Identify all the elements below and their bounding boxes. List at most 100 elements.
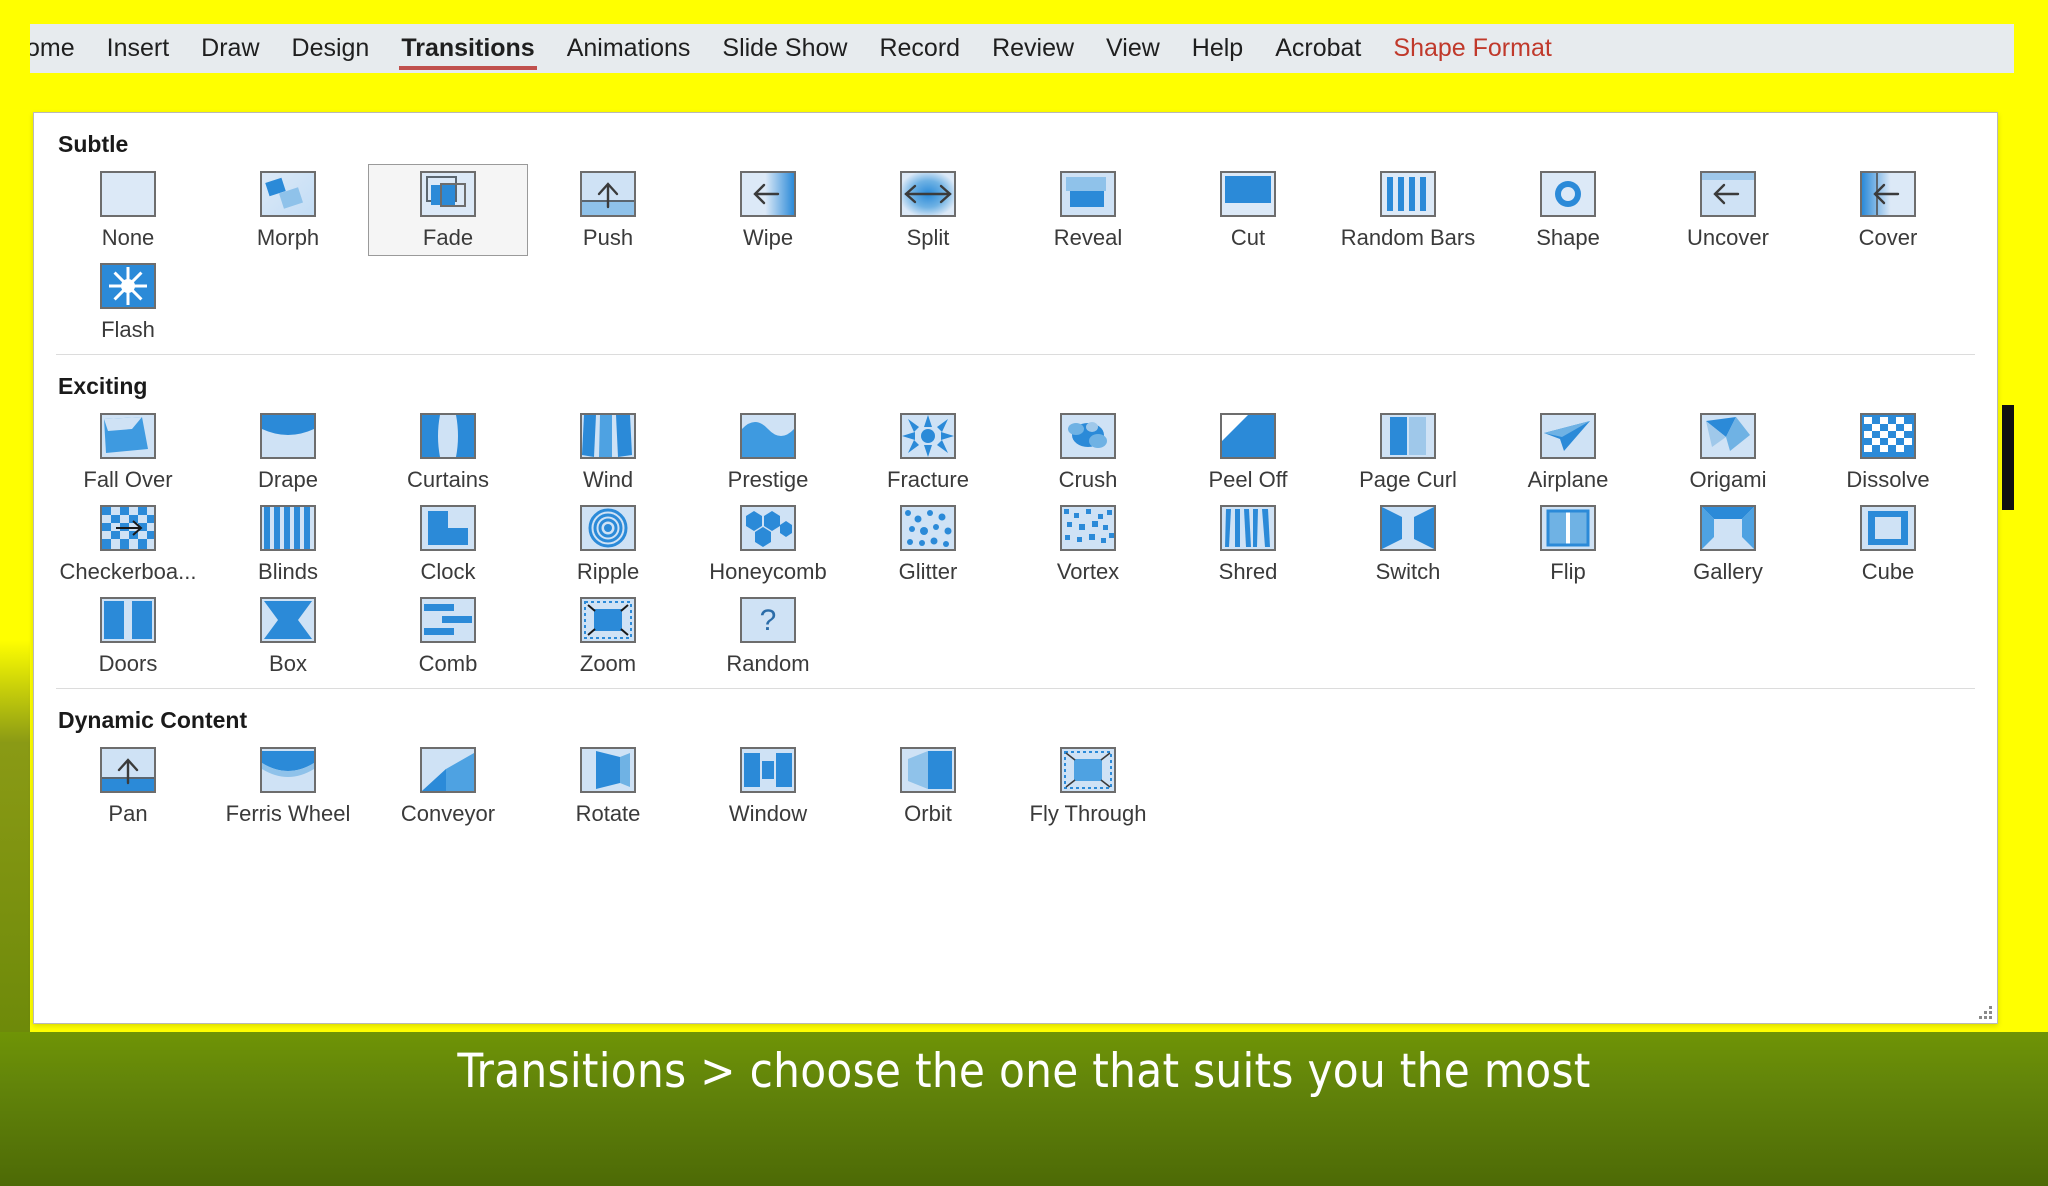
transition-item-cube[interactable]: Cube — [1808, 498, 1968, 590]
transition-item-orbit[interactable]: Orbit — [848, 740, 1008, 832]
transition-item-uncover[interactable]: Uncover — [1648, 164, 1808, 256]
transition-item-crush[interactable]: Crush — [1008, 406, 1168, 498]
ribbon-tab-design[interactable]: Design — [276, 24, 386, 73]
transition-item-push[interactable]: Push — [528, 164, 688, 256]
transition-item-prestige[interactable]: Prestige — [688, 406, 848, 498]
transition-item-airplane[interactable]: Airplane — [1488, 406, 1648, 498]
transition-item-blinds[interactable]: Blinds — [208, 498, 368, 590]
random-thumb: ? — [740, 597, 796, 643]
ribbon-tab-animations[interactable]: Animations — [551, 24, 707, 73]
vortex-thumb — [1060, 505, 1116, 551]
transition-label: Shred — [1218, 559, 1278, 584]
transition-item-fade[interactable]: Fade — [368, 164, 528, 256]
transition-item-checkerboa[interactable]: Checkerboa... — [48, 498, 208, 590]
transition-label: Split — [906, 225, 950, 250]
fly-through-thumb — [1060, 747, 1116, 793]
transition-item-clock[interactable]: Clock — [368, 498, 528, 590]
transition-item-wind[interactable]: Wind — [528, 406, 688, 498]
ribbon-tab-ome[interactable]: ome — [30, 24, 91, 73]
ribbon-tab-review[interactable]: Review — [976, 24, 1090, 73]
window-scrollbar-sliver[interactable] — [2002, 405, 2014, 510]
ribbon-tab-insert[interactable]: Insert — [91, 24, 186, 73]
transition-item-random[interactable]: ? Random — [688, 590, 848, 682]
transition-item-curtains[interactable]: Curtains — [368, 406, 528, 498]
gallery-thumb — [1700, 505, 1756, 551]
ribbon-tab-draw[interactable]: Draw — [185, 24, 275, 73]
transition-item-gallery[interactable]: Gallery — [1648, 498, 1808, 590]
transition-item-fall-over[interactable]: Fall Over — [48, 406, 208, 498]
transition-item-cover[interactable]: Cover — [1808, 164, 1968, 256]
transition-item-peel-off[interactable]: Peel Off — [1168, 406, 1328, 498]
transition-item-window[interactable]: Window — [688, 740, 848, 832]
transition-item-fracture[interactable]: Fracture — [848, 406, 1008, 498]
gallery-row: Doors Box Comb Zoom ? Random — [34, 590, 1997, 682]
random-bars-thumb — [1380, 171, 1436, 217]
transition-label: Cover — [1858, 225, 1918, 250]
fade-thumb — [420, 171, 476, 217]
transition-item-vortex[interactable]: Vortex — [1008, 498, 1168, 590]
transition-item-doors[interactable]: Doors — [48, 590, 208, 682]
svg-text:?: ? — [760, 604, 777, 637]
transition-item-honeycomb[interactable]: Honeycomb — [688, 498, 848, 590]
transition-item-split[interactable]: Split — [848, 164, 1008, 256]
drape-thumb — [260, 413, 316, 459]
transitions-gallery-panel[interactable]: Subtle None Morph Fade Push Wipe Split Reve… — [33, 112, 1998, 1024]
transition-item-rotate[interactable]: Rotate — [528, 740, 688, 832]
transition-item-flip[interactable]: Flip — [1488, 498, 1648, 590]
transition-item-flash[interactable]: Flash — [48, 256, 208, 348]
wipe-thumb — [740, 171, 796, 217]
ribbon-tab-transitions[interactable]: Transitions — [385, 24, 550, 73]
transition-item-zoom[interactable]: Zoom — [528, 590, 688, 682]
transition-item-origami[interactable]: Origami — [1648, 406, 1808, 498]
ribbon-tab-slide-show[interactable]: Slide Show — [706, 24, 863, 73]
transition-item-ripple[interactable]: Ripple — [528, 498, 688, 590]
transition-item-switch[interactable]: Switch — [1328, 498, 1488, 590]
transition-item-cut[interactable]: Cut — [1168, 164, 1328, 256]
caption-band: Transitions > choose the one that suits … — [0, 1032, 2048, 1186]
resize-grip-icon[interactable] — [1979, 1006, 1993, 1020]
transition-label: None — [101, 225, 155, 250]
transition-item-page-curl[interactable]: Page Curl — [1328, 406, 1488, 498]
transition-item-morph[interactable]: Morph — [208, 164, 368, 256]
transition-item-reveal[interactable]: Reveal — [1008, 164, 1168, 256]
ferris-wheel-thumb — [260, 747, 316, 793]
gallery-group-header-subtle: Subtle — [58, 131, 129, 157]
morph-thumb — [260, 171, 316, 217]
clock-thumb — [420, 505, 476, 551]
transition-label: Glitter — [898, 559, 958, 584]
flash-thumb — [100, 263, 156, 309]
transition-item-comb[interactable]: Comb — [368, 590, 528, 682]
transition-item-shape[interactable]: Shape — [1488, 164, 1648, 256]
ribbon-tab-bar[interactable]: ome Insert Draw Design Transitions Animations… — [30, 24, 2014, 73]
ribbon-tab-acrobat[interactable]: Acrobat — [1259, 24, 1377, 73]
transition-item-shred[interactable]: Shred — [1168, 498, 1328, 590]
ribbon-tab-help[interactable]: Help — [1176, 24, 1259, 73]
checkerboard-thumb — [100, 505, 156, 551]
transition-item-pan[interactable]: Pan — [48, 740, 208, 832]
orbit-thumb — [900, 747, 956, 793]
transition-item-glitter[interactable]: Glitter — [848, 498, 1008, 590]
ribbon-tab-record[interactable]: Record — [863, 24, 976, 73]
transition-item-ferris-wheel[interactable]: Ferris Wheel — [208, 740, 368, 832]
gallery-row: Pan Ferris Wheel Conveyor Rotate Window … — [34, 740, 1997, 832]
ribbon-tab-shape-format[interactable]: Shape Format — [1377, 24, 1567, 73]
slide-left-edge — [0, 0, 30, 1032]
transition-item-dissolve[interactable]: Dissolve — [1808, 406, 1968, 498]
transition-item-conveyor[interactable]: Conveyor — [368, 740, 528, 832]
dissolve-thumb — [1860, 413, 1916, 459]
transition-item-random-bars[interactable]: Random Bars — [1328, 164, 1488, 256]
transition-label: Fall Over — [83, 467, 173, 492]
transition-label: Shape — [1536, 225, 1600, 250]
fall-over-thumb — [100, 413, 156, 459]
transition-label: Doors — [98, 651, 158, 676]
transition-label: Cube — [1861, 559, 1915, 584]
transition-item-drape[interactable]: Drape — [208, 406, 368, 498]
transition-item-fly-through[interactable]: Fly Through — [1008, 740, 1168, 832]
ribbon-tab-view[interactable]: View — [1090, 24, 1176, 73]
prestige-thumb — [740, 413, 796, 459]
transition-label: Prestige — [727, 467, 809, 492]
transition-item-box[interactable]: Box — [208, 590, 368, 682]
transition-label: Peel Off — [1208, 467, 1288, 492]
transition-item-wipe[interactable]: Wipe — [688, 164, 848, 256]
transition-item-none[interactable]: None — [48, 164, 208, 256]
